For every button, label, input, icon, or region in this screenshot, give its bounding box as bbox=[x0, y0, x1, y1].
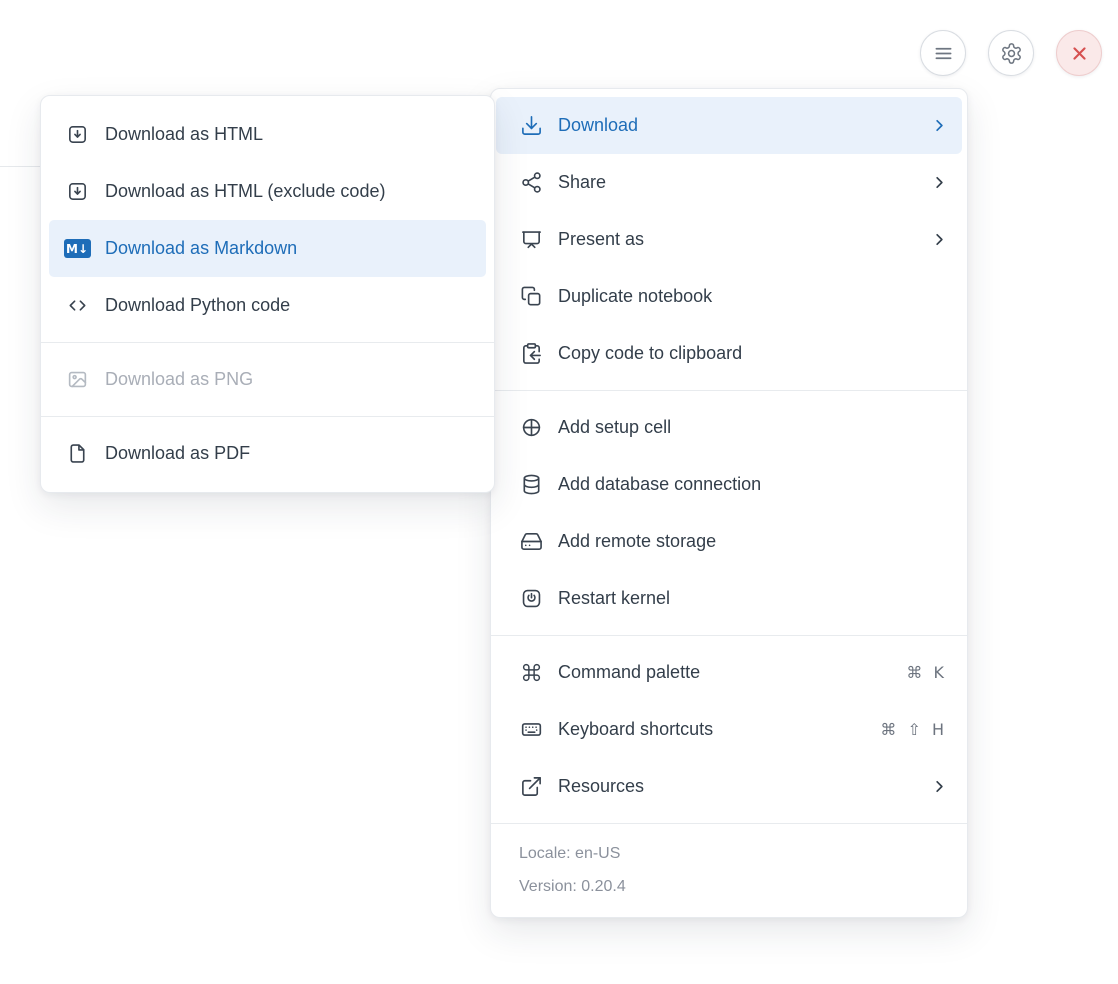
file-icon bbox=[65, 442, 89, 466]
share-icon bbox=[519, 171, 543, 195]
menu-item-command-palette[interactable]: Command palette ⌘ K bbox=[491, 644, 967, 701]
chevron-right-icon bbox=[932, 779, 947, 794]
clipboard-copy-icon bbox=[519, 342, 543, 366]
menu-item-label: Copy code to clipboard bbox=[558, 343, 947, 364]
menu-item-add-remote-storage[interactable]: Add remote storage bbox=[491, 513, 967, 570]
box-download-icon bbox=[65, 123, 89, 147]
box-download-icon bbox=[65, 180, 89, 204]
menu-item-present-as[interactable]: Present as bbox=[491, 211, 967, 268]
menu-item-label: Share bbox=[558, 172, 932, 193]
duplicate-icon bbox=[519, 285, 543, 309]
locale-text: Locale: en-US bbox=[519, 837, 939, 870]
menu-separator bbox=[41, 416, 494, 417]
menu-item-label: Download as PDF bbox=[105, 443, 470, 464]
external-link-icon bbox=[519, 775, 543, 799]
version-text: Version: 0.20.4 bbox=[519, 870, 939, 903]
menu-item-label: Download as HTML bbox=[105, 124, 470, 145]
chevron-right-icon bbox=[932, 175, 947, 190]
menu-item-keyboard-shortcuts[interactable]: Keyboard shortcuts ⌘ ⇧ H bbox=[491, 701, 967, 758]
code-icon bbox=[65, 294, 89, 318]
menu-footer: Locale: en-US Version: 0.20.4 bbox=[491, 823, 967, 909]
menu-item-label: Download bbox=[558, 115, 932, 136]
download-submenu: Download as HTML Download as HTML (exclu… bbox=[40, 95, 495, 493]
hamburger-icon bbox=[931, 41, 955, 65]
shortcut-label: ⌘ ⇧ H bbox=[880, 720, 947, 739]
menu-item-share[interactable]: Share bbox=[491, 154, 967, 211]
topbar-actions bbox=[920, 30, 1102, 76]
menu-item-download-python[interactable]: Download Python code bbox=[49, 277, 486, 334]
gear-icon bbox=[999, 41, 1023, 65]
menu-separator bbox=[41, 342, 494, 343]
notebook-menu-button[interactable] bbox=[920, 30, 966, 76]
settings-button[interactable] bbox=[988, 30, 1034, 76]
menu-item-resources[interactable]: Resources bbox=[491, 758, 967, 815]
menu-item-download-html-exclude-code[interactable]: Download as HTML (exclude code) bbox=[49, 163, 486, 220]
menu-separator bbox=[491, 635, 967, 636]
download-icon bbox=[519, 114, 543, 138]
keyboard-icon bbox=[519, 718, 543, 742]
menu-item-download-pdf[interactable]: Download as PDF bbox=[49, 425, 486, 482]
menu-item-restart-kernel[interactable]: Restart kernel bbox=[491, 570, 967, 627]
power-icon bbox=[519, 587, 543, 611]
database-icon bbox=[519, 473, 543, 497]
underlying-panel-border bbox=[0, 166, 40, 167]
menu-item-duplicate-notebook[interactable]: Duplicate notebook bbox=[491, 268, 967, 325]
chevron-right-icon bbox=[932, 232, 947, 247]
menu-item-label: Add database connection bbox=[558, 474, 947, 495]
menu-item-label: Download as Markdown bbox=[105, 238, 470, 259]
menu-item-label: Duplicate notebook bbox=[558, 286, 947, 307]
menu-item-label: Add setup cell bbox=[558, 417, 947, 438]
close-icon bbox=[1067, 41, 1091, 65]
menu-item-download[interactable]: Download bbox=[496, 97, 962, 154]
menu-separator bbox=[491, 390, 967, 391]
command-icon bbox=[519, 661, 543, 685]
menu-item-add-database-connection[interactable]: Add database connection bbox=[491, 456, 967, 513]
markdown-icon: M↓ bbox=[65, 237, 89, 261]
menu-item-label: Resources bbox=[558, 776, 932, 797]
menu-item-add-setup-cell[interactable]: Add setup cell bbox=[491, 399, 967, 456]
notebook-menu: Download Share Present as Duplicate note… bbox=[490, 88, 968, 918]
menu-item-download-html[interactable]: Download as HTML bbox=[49, 106, 486, 163]
menu-item-label: Download as HTML (exclude code) bbox=[105, 181, 470, 202]
image-icon bbox=[65, 368, 89, 392]
menu-item-label: Keyboard shortcuts bbox=[558, 719, 880, 740]
menu-item-copy-code[interactable]: Copy code to clipboard bbox=[491, 325, 967, 382]
hard-drive-icon bbox=[519, 530, 543, 554]
chevron-right-icon bbox=[932, 118, 947, 133]
menu-item-download-png[interactable]: Download as PNG bbox=[49, 351, 486, 408]
shortcut-label: ⌘ K bbox=[906, 663, 947, 682]
menu-item-label: Add remote storage bbox=[558, 531, 947, 552]
menu-item-label: Present as bbox=[558, 229, 932, 250]
close-button[interactable] bbox=[1056, 30, 1102, 76]
plus-circle-icon bbox=[519, 416, 543, 440]
menu-item-label: Command palette bbox=[558, 662, 906, 683]
menu-item-label: Restart kernel bbox=[558, 588, 947, 609]
menu-item-label: Download Python code bbox=[105, 295, 470, 316]
presentation-icon bbox=[519, 228, 543, 252]
menu-item-download-markdown[interactable]: M↓ Download as Markdown bbox=[49, 220, 486, 277]
markdown-badge: M↓ bbox=[64, 239, 91, 258]
menu-item-label: Download as PNG bbox=[105, 369, 470, 390]
